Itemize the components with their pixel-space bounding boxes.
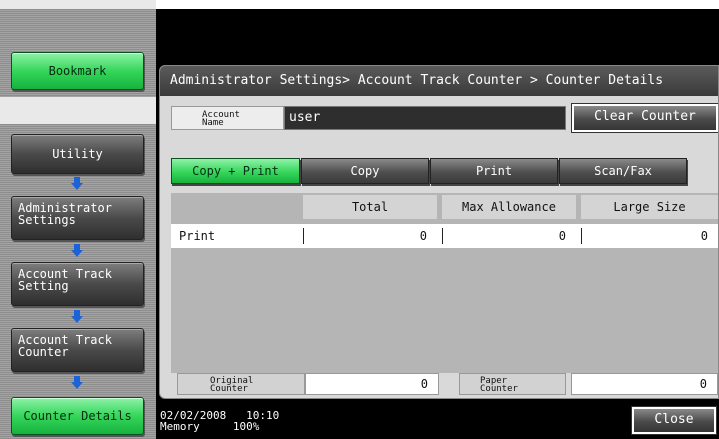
cell-max-allowance: 0	[442, 228, 576, 244]
column-header-total: Total	[303, 195, 437, 219]
status-memory-value: 100%	[232, 420, 260, 433]
counter-details-panel: Administrator Settings> Account Track Co…	[159, 65, 719, 399]
status-bar: 02/02/2008 10:10 Memory 100%	[160, 410, 279, 432]
account-name-label-line2: Name	[202, 118, 224, 128]
administrator-settings-button[interactable]: Administrator Settings	[11, 196, 144, 240]
column-header-max-allowance: Max Allowance	[442, 195, 576, 219]
account-name-value: user	[284, 106, 566, 130]
down-arrow-icon	[71, 376, 83, 390]
status-memory-label: Memory	[160, 420, 200, 433]
main-area: Administrator Settings> Account Track Co…	[156, 58, 719, 439]
sidebar: Bookmark Utility Administrator Settings …	[0, 0, 156, 439]
down-arrow-icon	[71, 310, 83, 324]
administrator-settings-label-line2: Settings	[18, 213, 76, 227]
utility-button-label: Utility	[52, 147, 103, 161]
original-counter-label: Original Counter	[177, 373, 305, 395]
breadcrumb: Administrator Settings> Account Track Co…	[160, 66, 718, 96]
bookmark-button[interactable]: Bookmark	[11, 52, 144, 90]
counter-table: Total Max Allowance Large Size Print 0 0…	[171, 193, 718, 373]
account-name-label: Account Name	[171, 106, 284, 130]
cell-total: 0	[303, 228, 437, 244]
cell-large-size: 0	[581, 228, 718, 244]
column-header-large-size: Large Size	[581, 195, 718, 219]
down-arrow-icon	[71, 177, 83, 191]
account-track-setting-label-line2: Setting	[18, 279, 69, 293]
clear-counter-button[interactable]: Clear Counter	[571, 103, 718, 133]
paper-counter-label: Paper Counter	[459, 373, 566, 395]
tab-print[interactable]: Print	[430, 158, 558, 184]
original-counter-label-line2: Counter	[210, 384, 248, 394]
top-bar	[156, 9, 719, 58]
tab-copy[interactable]: Copy	[301, 158, 429, 184]
bookmark-button-label: Bookmark	[48, 64, 107, 78]
account-track-counter-button[interactable]: Account Track Counter	[11, 328, 144, 372]
utility-button[interactable]: Utility	[11, 134, 144, 174]
account-track-setting-button[interactable]: Account Track Setting	[11, 262, 144, 306]
tab-copy-print[interactable]: Copy + Print	[171, 158, 300, 184]
paper-counter-value: 0	[571, 373, 718, 395]
paper-counter-label-line2: Counter	[480, 384, 518, 394]
close-button[interactable]: Close	[631, 406, 717, 435]
table-row: Print 0 0 0	[171, 224, 718, 248]
account-track-counter-label-line2: Counter	[18, 345, 69, 359]
row-label: Print	[179, 229, 216, 243]
counter-details-button[interactable]: Counter Details	[11, 397, 144, 435]
original-counter-value: 0	[305, 373, 439, 395]
counter-details-button-label: Counter Details	[23, 409, 132, 423]
down-arrow-icon	[71, 244, 83, 258]
tab-scan-fax[interactable]: Scan/Fax	[559, 158, 687, 184]
